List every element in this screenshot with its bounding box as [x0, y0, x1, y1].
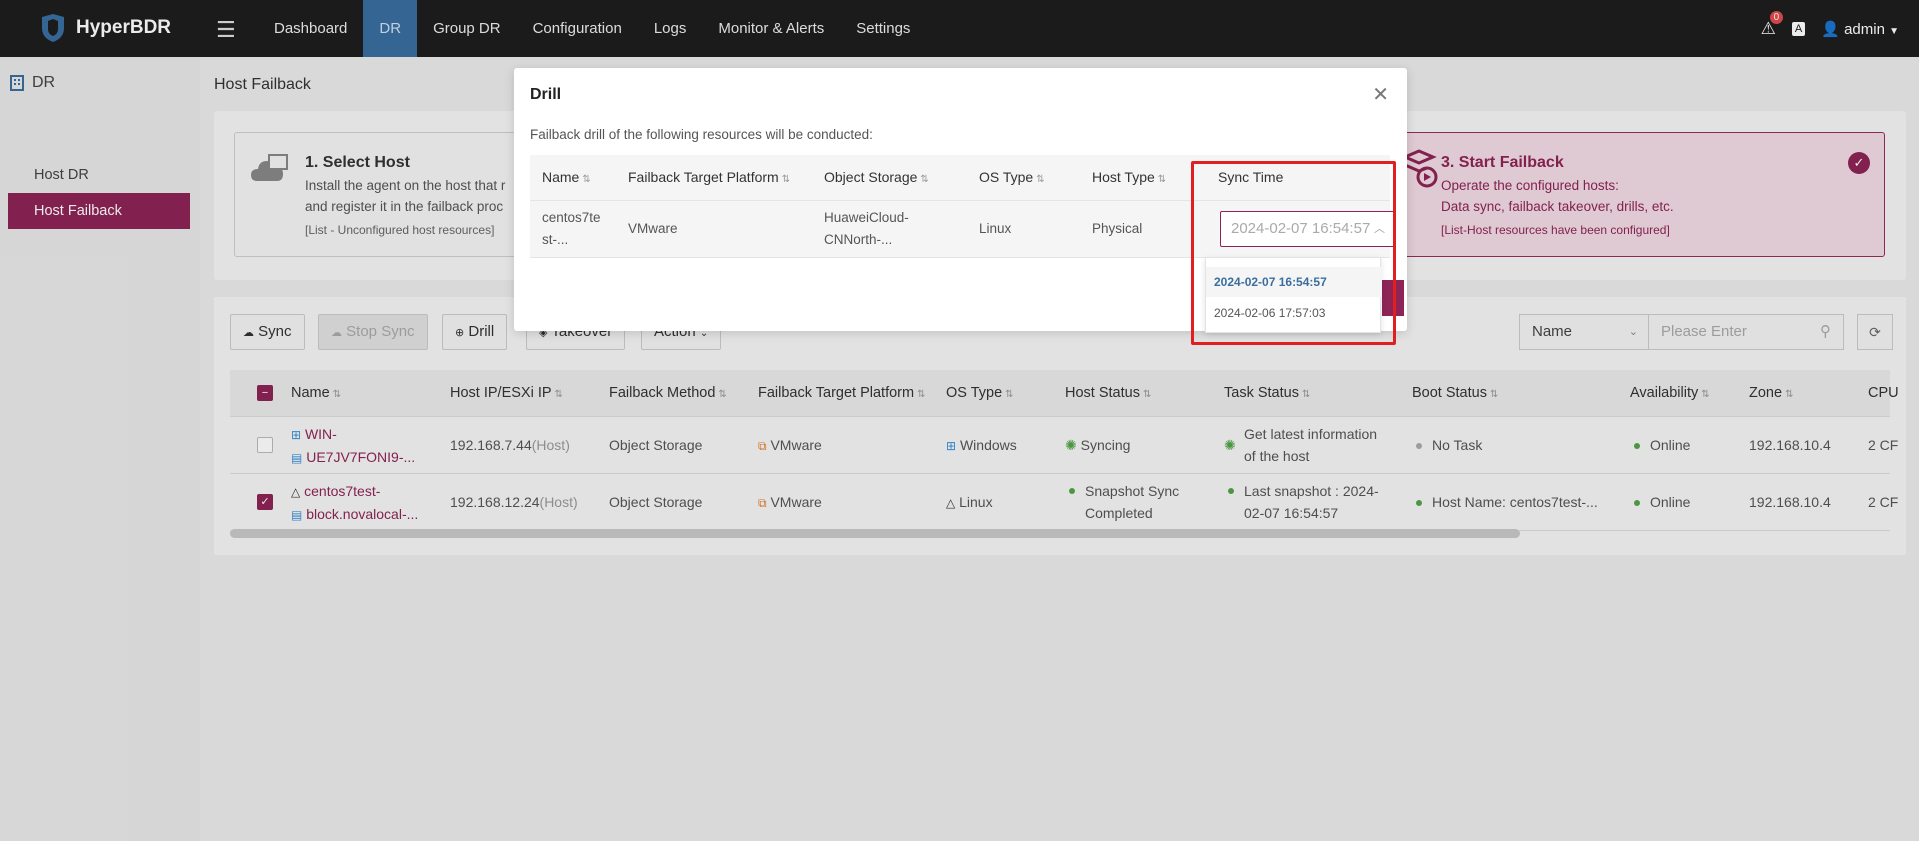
modal-description: Failback drill of the following resource… [530, 127, 873, 142]
sort-icon: ⇅ [582, 174, 591, 185]
modal-host-name: centos7te st-... [542, 210, 601, 247]
sort-icon: ⇅ [920, 174, 929, 185]
modal-host-type: Physical [1092, 221, 1143, 236]
sort-icon: ⇅ [1036, 174, 1045, 185]
modal-col-host-type[interactable]: Host Type ⇅ [1092, 155, 1166, 202]
modal-os-type: Linux [979, 221, 1012, 236]
modal-title: Drill [530, 86, 562, 103]
sort-icon: ⇅ [781, 174, 791, 185]
modal-col-name[interactable]: Name ⇅ [542, 155, 591, 202]
close-icon[interactable]: ✕ [1372, 82, 1389, 107]
modal-col-os-type[interactable]: OS Type ⇅ [979, 155, 1045, 202]
modal-col-target-platform[interactable]: Failback Target Platform ⇅ [628, 155, 790, 202]
modal-object-storage: HuaweiCloud- CNNorth-... [824, 210, 909, 247]
sort-icon: ⇅ [1157, 174, 1167, 185]
highlight-box [1191, 161, 1396, 345]
modal-col-object-storage[interactable]: Object Storage ⇅ [824, 155, 929, 202]
modal-target-platform: VMware [628, 221, 678, 236]
